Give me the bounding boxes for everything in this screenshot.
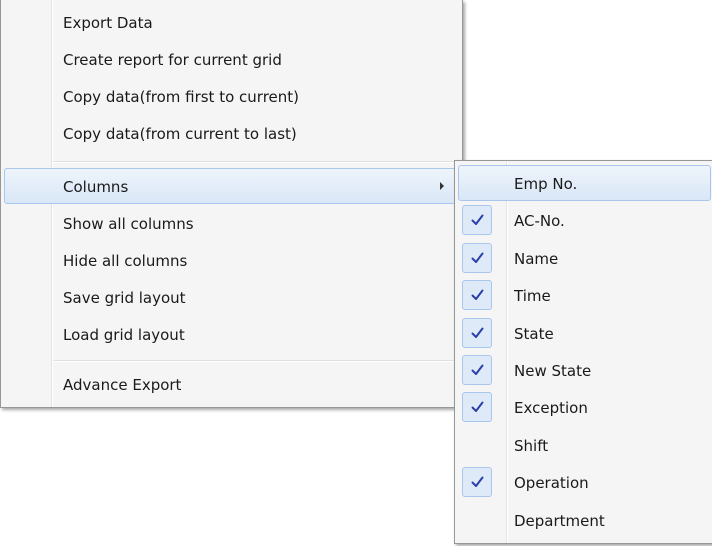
column-toggle-item[interactable]: Time [458,277,711,313]
menu-item-label: Copy data(from current to last) [63,125,297,143]
column-toggle-label: Shift [514,436,549,455]
checkmark-icon [462,355,492,385]
menu-item-load-grid-layout[interactable]: Load grid layout [4,316,459,352]
checkmark-icon [462,317,492,348]
menu-item-create-report[interactable]: Create report for current grid [4,41,459,77]
context-menu: Export Data Create report for current gr… [0,0,463,408]
column-toggle-item[interactable]: AC-No. [458,202,711,238]
menu-item-advance-export[interactable]: Advance Export [4,366,459,402]
column-toggle-item[interactable]: Department [458,502,711,538]
menu-item-label: Load grid layout [63,326,185,344]
menu-item-label: Save grid layout [63,289,186,307]
column-toggle-item[interactable]: Emp No. [458,165,711,201]
checkmark-icon [462,205,492,236]
menu-item-copy-current-to-last[interactable]: Copy data(from current to last) [4,115,459,151]
checkmark-icon [462,467,492,498]
column-toggle-label: Exception [514,399,588,418]
column-toggle-item[interactable]: Name [458,240,711,276]
menu-item-label: Columns [63,178,129,196]
column-toggle-item[interactable]: New State [458,352,711,388]
checkmark-icon [462,392,492,423]
column-toggle-label: Name [514,249,559,268]
menu-separator [53,161,459,163]
column-toggle-label: Emp No. [514,175,578,193]
column-toggle-item[interactable]: Operation [458,464,711,500]
column-toggle-label: AC-No. [514,212,565,231]
menu-item-columns[interactable]: Columns [4,168,459,204]
menu-item-label: Hide all columns [63,252,188,270]
menu-item-export-data[interactable]: Export Data [4,4,459,40]
column-toggle-item[interactable]: Exception [458,389,711,425]
column-toggle-item[interactable]: State [458,315,711,351]
column-toggle-label: New State [514,362,592,380]
column-toggle-label: State [514,324,554,343]
column-toggle-label: Time [514,287,551,306]
menu-separator [53,360,459,362]
menu-item-save-grid-layout[interactable]: Save grid layout [4,279,459,315]
menu-item-label: Copy data(from first to current) [63,88,300,106]
column-toggle-label: Operation [514,474,589,493]
checkmark-icon [462,242,492,273]
menu-item-hide-all-columns[interactable]: Hide all columns [4,242,459,278]
menu-item-label: Create report for current grid [63,51,282,69]
menu-item-label: Advance Export [63,376,182,394]
menu-item-label: Show all columns [63,215,194,233]
checkmark-icon [462,280,492,311]
menu-item-show-all-columns[interactable]: Show all columns [4,205,459,241]
columns-submenu: Emp No. AC-No. Name Time State New State Excep… [454,160,712,544]
menu-item-copy-first-to-current[interactable]: Copy data(from first to current) [4,78,459,114]
menu-item-label: Export Data [63,14,153,32]
chevron-right-icon [440,182,444,190]
column-toggle-item[interactable]: Shift [458,427,711,463]
column-toggle-label: Department [514,511,605,530]
